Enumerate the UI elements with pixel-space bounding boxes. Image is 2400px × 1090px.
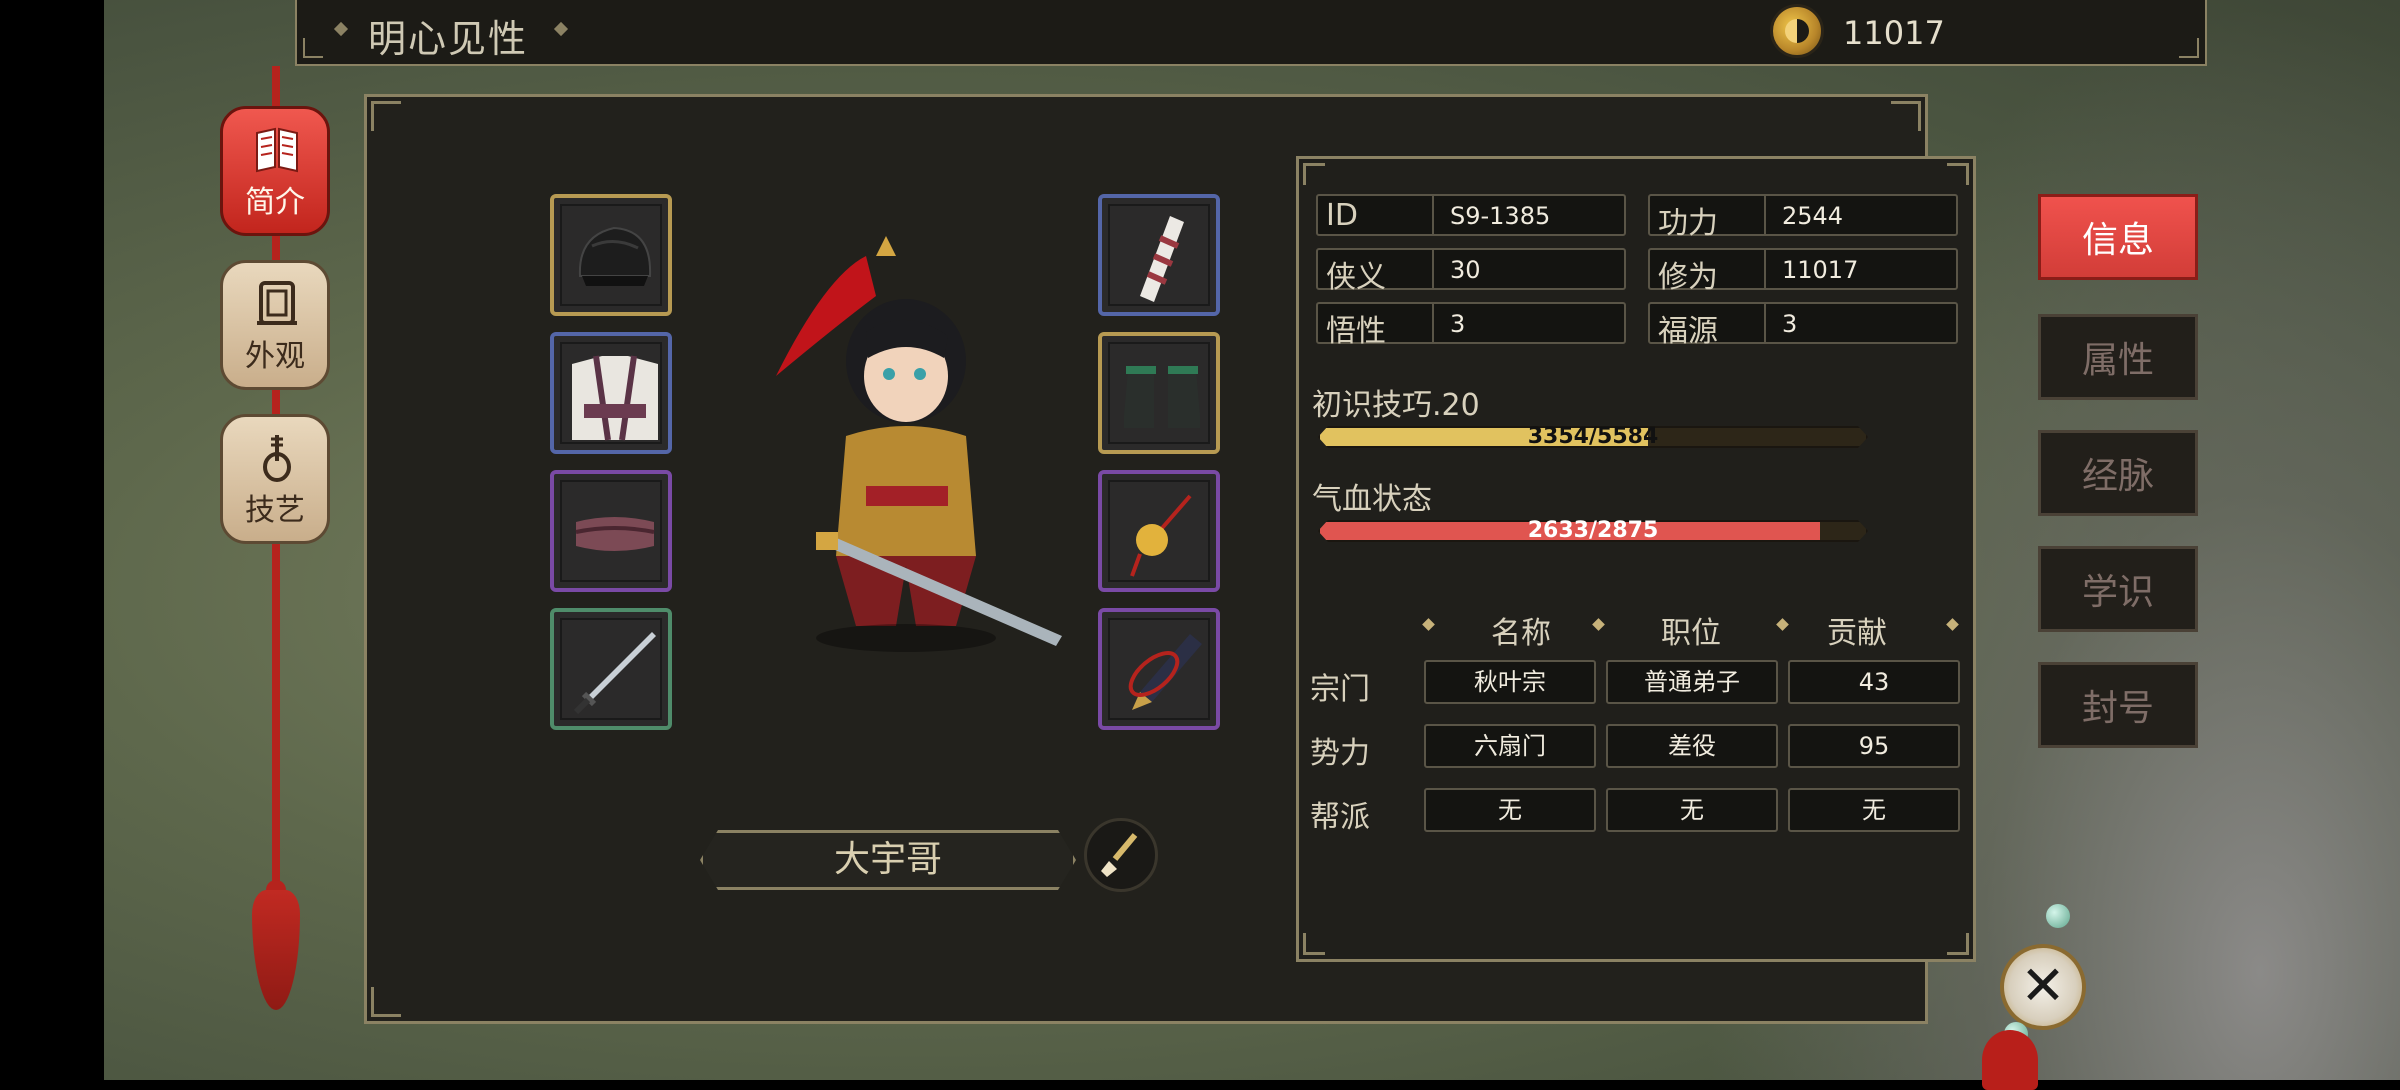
close-icon: ✕ (2020, 954, 2066, 1017)
row-label-faction: 势力 (1310, 736, 1370, 771)
stat-chivalry: 侠义 30 (1316, 248, 1626, 295)
book-icon (253, 123, 301, 175)
stat-value: 3 (1450, 310, 1466, 338)
character-name: 大宇哥 (833, 839, 942, 880)
sidebar-item-label: 简介 (245, 185, 305, 220)
page-title: 明心见性 (368, 17, 529, 61)
row-label-guild: 帮派 (1310, 800, 1370, 835)
sidebar-item-skills[interactable]: 技艺 (220, 414, 330, 544)
boots-icon (1108, 342, 1210, 444)
stat-value: S9-1385 (1450, 202, 1551, 230)
stat-value: 11017 (1782, 256, 1859, 284)
health-bar-label: 气血状态 (1312, 482, 1432, 517)
scroll-icon (1108, 618, 1210, 720)
jade-bead (2046, 904, 2070, 928)
equip-slot-belt[interactable] (550, 470, 672, 592)
column-header-name: 名称 (1491, 616, 1551, 651)
frame-corner (371, 101, 401, 131)
frame-corner (1891, 101, 1921, 131)
tab-knowledge[interactable]: 学识 (2038, 546, 2198, 632)
table-cell: 普通弟子 (1606, 660, 1778, 704)
row-label-sect: 宗门 (1310, 672, 1370, 707)
health-progress-text: 2633/2875 (1527, 518, 1659, 543)
belt-icon (560, 480, 662, 582)
equip-slot-bracer[interactable] (1098, 194, 1220, 316)
tab-attributes[interactable]: 属性 (2038, 314, 2198, 400)
character-avatar (756, 236, 1066, 656)
column-header-position: 职位 (1661, 616, 1721, 651)
stat-value: 2544 (1782, 202, 1844, 230)
taiji-coin-icon (1770, 4, 1824, 58)
stat-cultivation: 修为 11017 (1648, 248, 1958, 295)
frame-corner (303, 38, 323, 58)
stat-label: 悟性 (1326, 314, 1386, 349)
pipa-icon (253, 431, 301, 483)
sword-icon (560, 618, 662, 720)
frame-corner (1947, 933, 1969, 955)
column-header-contribution: 贡献 (1827, 616, 1887, 651)
pendant-icon (1108, 480, 1210, 582)
stat-power: 功力 2544 (1648, 194, 1958, 241)
skill-progress-text: 3354/5584 (1527, 424, 1659, 449)
tab-info[interactable]: 信息 (2038, 194, 2198, 280)
stat-label: 修为 (1658, 260, 1718, 295)
stat-insight: 悟性 3 (1316, 302, 1626, 349)
equip-slot-weapon[interactable] (550, 608, 672, 730)
close-tassel (1982, 1030, 2038, 1090)
table-cell: 无 (1424, 788, 1596, 832)
stat-label: ID (1326, 198, 1358, 233)
sidebar-item-label: 技艺 (245, 493, 305, 528)
frame-corner (371, 987, 401, 1017)
currency-value: 11017 (1843, 14, 1945, 52)
frame-corner (2179, 38, 2199, 58)
stat-label: 侠义 (1326, 260, 1386, 295)
frame-corner (1947, 163, 1969, 185)
stat-id: ID S9-1385 (1316, 194, 1626, 236)
table-cell: 秋叶宗 (1424, 660, 1596, 704)
table-cell: 差役 (1606, 724, 1778, 768)
table-cell: 六扇门 (1424, 724, 1596, 768)
hat-icon (560, 204, 662, 306)
close-button[interactable]: ✕ (2000, 944, 2086, 1030)
frame-corner (1303, 163, 1325, 185)
frame-corner (1303, 933, 1325, 955)
stat-value: 3 (1782, 310, 1798, 338)
brush-icon (1101, 833, 1138, 877)
skill-bar-label: 初识技巧.20 (1312, 388, 1480, 423)
stat-value: 30 (1450, 256, 1481, 284)
equip-slot-hat[interactable] (550, 194, 672, 316)
mirror-icon (253, 277, 301, 329)
stat-fortune: 福源 3 (1648, 302, 1958, 349)
stat-label: 功力 (1658, 206, 1718, 241)
table-cell: 95 (1788, 724, 1960, 768)
rename-button[interactable] (1084, 818, 1158, 892)
tab-meridians[interactable]: 经脉 (2038, 430, 2198, 516)
tab-titles[interactable]: 封号 (2038, 662, 2198, 748)
table-cell: 43 (1788, 660, 1960, 704)
table-cell: 无 (1788, 788, 1960, 832)
sidebar-item-intro[interactable]: 简介 (220, 106, 330, 236)
stat-label: 福源 (1658, 314, 1718, 349)
robe-icon (560, 342, 662, 444)
sidebar-item-appearance[interactable]: 外观 (220, 260, 330, 390)
equip-slot-robe[interactable] (550, 332, 672, 454)
equip-slot-boots[interactable] (1098, 332, 1220, 454)
table-cell: 无 (1606, 788, 1778, 832)
bracer-icon (1108, 204, 1210, 306)
sidebar-item-label: 外观 (245, 339, 305, 374)
equip-slot-scroll[interactable] (1098, 608, 1220, 730)
equip-slot-pendant[interactable] (1098, 470, 1220, 592)
